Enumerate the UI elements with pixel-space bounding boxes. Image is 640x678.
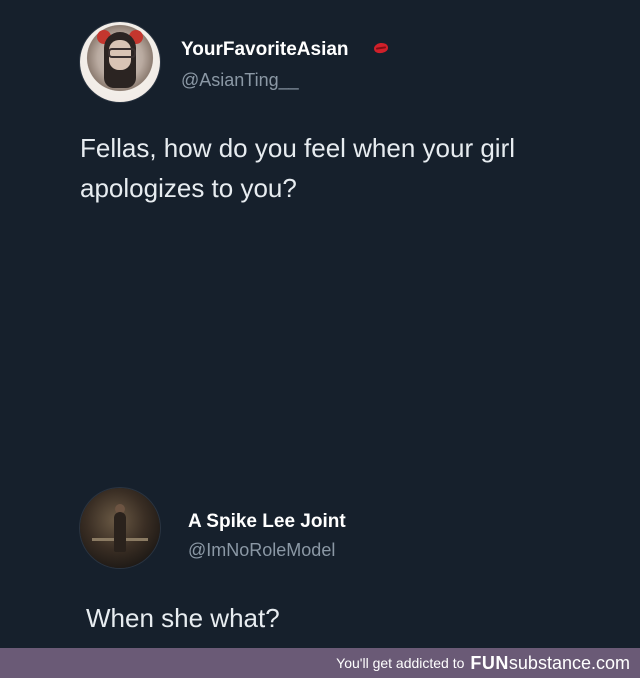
user-handle[interactable]: @AsianTing__ xyxy=(181,70,299,91)
tweet-text: When she what? xyxy=(86,603,280,633)
logo-com: .com xyxy=(590,652,630,673)
tweet-reply: A Spike Lee Joint @ImNoRoleModel When sh… xyxy=(0,488,640,648)
footer-tagline: You'll get addicted to xyxy=(336,655,465,671)
avatar-figure xyxy=(114,512,126,552)
logo-fun: FUN xyxy=(470,652,509,673)
funsubstance-logo[interactable]: FUNsubstance.com xyxy=(470,653,630,674)
avatar-spike-lee-joint[interactable] xyxy=(80,488,160,568)
display-name[interactable]: YourFavoriteAsian xyxy=(181,39,349,61)
display-name[interactable]: A Spike Lee Joint xyxy=(188,511,346,533)
watermark-footer: You'll get addicted to FUNsubstance.com xyxy=(0,648,640,678)
tweet-original: YourFavoriteAsian @AsianTing__ Fellas, h… xyxy=(0,22,640,462)
user-handle[interactable]: @ImNoRoleModel xyxy=(188,540,335,561)
logo-substance: substance xyxy=(508,652,591,673)
tweet-text: Fellas, how do you feel when your girl a… xyxy=(80,133,516,203)
avatar-yourfavoriteasian[interactable] xyxy=(80,22,160,102)
lips-icon xyxy=(373,42,389,54)
avatar-glasses xyxy=(108,48,136,58)
